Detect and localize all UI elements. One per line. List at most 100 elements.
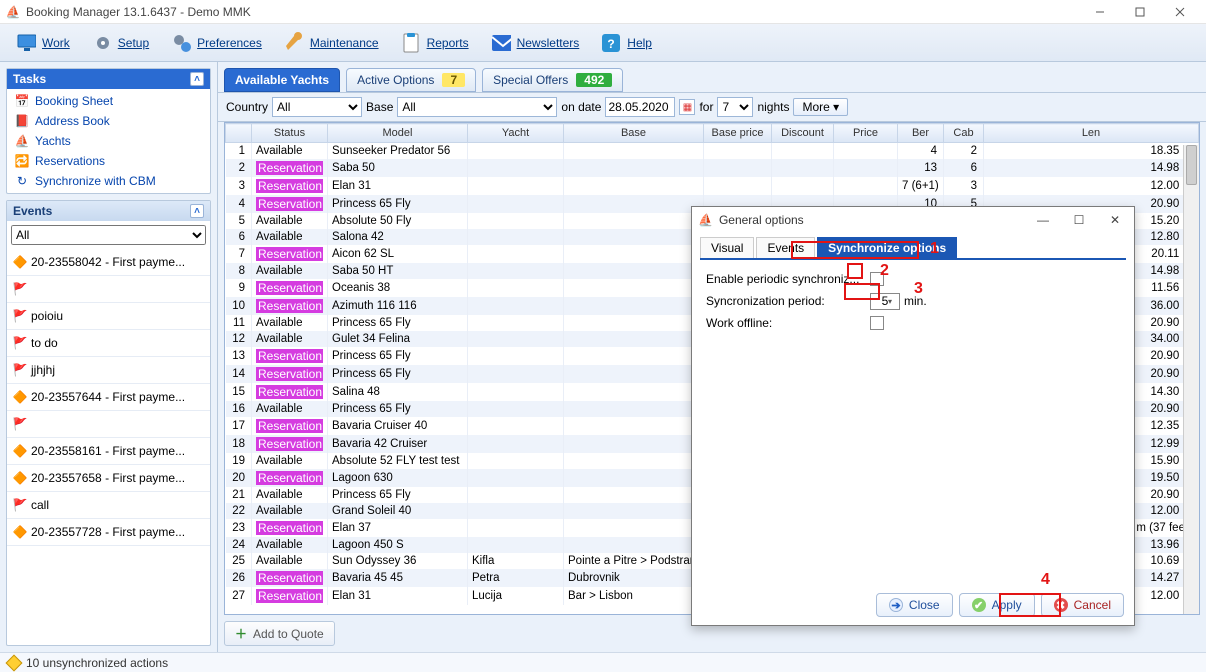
grid-col-header[interactable]: Cab bbox=[944, 124, 984, 143]
table-cell bbox=[704, 159, 772, 177]
toolbar-preferences[interactable]: Preferences bbox=[161, 29, 272, 57]
dialog-tab-events[interactable]: Events bbox=[756, 237, 815, 258]
grid-scrollbar[interactable] bbox=[1183, 145, 1199, 614]
grid-col-header[interactable]: Base bbox=[564, 124, 704, 143]
more-filters-button[interactable]: More ▾ bbox=[793, 98, 848, 116]
events-list[interactable]: 🔶20-23558042 - First payme...🚩🚩poioiu🚩to… bbox=[7, 249, 210, 549]
dialog-apply-button[interactable]: ✔Apply bbox=[959, 593, 1035, 617]
minimize-button[interactable] bbox=[1080, 0, 1120, 24]
table-cell bbox=[564, 365, 704, 383]
task-address-book[interactable]: 📕Address Book bbox=[7, 111, 210, 131]
scrollbar-thumb[interactable] bbox=[1186, 145, 1197, 185]
grid-col-header[interactable] bbox=[226, 124, 252, 143]
event-item[interactable]: 🚩 bbox=[7, 411, 210, 438]
grid-col-header[interactable]: Yacht bbox=[468, 124, 564, 143]
event-item[interactable]: 🔶20-23557658 - First payme... bbox=[7, 465, 210, 492]
table-cell: 7 (6+1) bbox=[898, 177, 944, 195]
dialog-maximize-button[interactable]: ☐ bbox=[1066, 210, 1092, 230]
table-cell: 18 bbox=[226, 435, 252, 453]
spinner-arrows-icon[interactable]: ▾ bbox=[888, 297, 898, 306]
event-item[interactable]: 🚩jjhjhj bbox=[7, 357, 210, 384]
table-cell bbox=[564, 331, 704, 347]
ondate-label: on date bbox=[561, 100, 601, 114]
table-row[interactable]: 1AvailableSunseeker Predator 564218.35 m bbox=[226, 143, 1199, 160]
event-item[interactable]: 🚩poioiu bbox=[7, 303, 210, 330]
add-to-quote-button[interactable]: ＋Add to Quote bbox=[224, 621, 335, 646]
nights-select[interactable]: 7 bbox=[717, 97, 753, 117]
table-cell: Reservation bbox=[252, 177, 328, 195]
nights-label: nights bbox=[757, 100, 789, 114]
table-cell: Salina 48 bbox=[328, 383, 468, 401]
event-item[interactable]: 🚩call bbox=[7, 492, 210, 519]
work-offline-checkbox[interactable] bbox=[870, 316, 884, 330]
dialog-titlebar[interactable]: ⛵ General options — ☐ ✕ bbox=[692, 207, 1134, 233]
country-select[interactable]: All bbox=[272, 97, 362, 117]
tab-active-options[interactable]: Active Options7 bbox=[346, 68, 476, 92]
close-button[interactable] bbox=[1160, 0, 1200, 24]
task-sync-cbm[interactable]: ↻Synchronize with CBM bbox=[7, 171, 210, 191]
table-cell: Reservation bbox=[252, 297, 328, 315]
grid-col-header[interactable]: Ber bbox=[898, 124, 944, 143]
maximize-button[interactable] bbox=[1120, 0, 1160, 24]
toolbar-help[interactable]: ? Help bbox=[591, 29, 662, 57]
event-item[interactable]: 🔶20-23558042 - First payme... bbox=[7, 249, 210, 276]
grid-col-header[interactable]: Price bbox=[834, 124, 898, 143]
event-icon: 🚩 bbox=[13, 336, 27, 350]
table-cell: Grand Soleil 40 bbox=[328, 503, 468, 519]
event-item[interactable]: 🚩to do bbox=[7, 330, 210, 357]
events-filter-select[interactable]: All bbox=[11, 225, 206, 245]
task-booking-sheet[interactable]: 📅Booking Sheet bbox=[7, 91, 210, 111]
ondate-input[interactable] bbox=[605, 97, 675, 117]
table-cell bbox=[704, 177, 772, 195]
dialog-cancel-button[interactable]: ✖Cancel bbox=[1041, 593, 1124, 617]
base-select[interactable]: All bbox=[397, 97, 557, 117]
table-row[interactable]: 2ReservationSaba 5013614.98 m bbox=[226, 159, 1199, 177]
grid-col-header[interactable]: Discount bbox=[772, 124, 834, 143]
event-item[interactable]: 🚩 bbox=[7, 276, 210, 303]
grid-col-header[interactable]: Model bbox=[328, 124, 468, 143]
table-cell: Available bbox=[252, 143, 328, 160]
task-yachts[interactable]: ⛵Yachts bbox=[7, 131, 210, 151]
dialog-close-button[interactable]: ✕ bbox=[1102, 210, 1128, 230]
toolbar-reports[interactable]: Reports bbox=[391, 29, 479, 57]
table-cell: Sunseeker Predator 56 bbox=[328, 143, 468, 160]
table-cell: Available bbox=[252, 263, 328, 279]
table-cell: 3 bbox=[226, 177, 252, 195]
grid-col-header[interactable]: Status bbox=[252, 124, 328, 143]
dialog-tab-sync[interactable]: Synchronize options bbox=[817, 237, 957, 258]
table-cell: Available bbox=[252, 537, 328, 553]
check-icon: ✔ bbox=[972, 598, 986, 612]
toolbar-newsletters[interactable]: Newsletters bbox=[481, 29, 590, 57]
event-item[interactable]: ▶13-06246 - Option expired bbox=[7, 546, 210, 549]
sync-period-spinner[interactable]: 5▾ bbox=[870, 293, 900, 310]
table-cell bbox=[564, 297, 704, 315]
enable-sync-checkbox[interactable] bbox=[870, 272, 884, 286]
table-cell: Reservation bbox=[252, 347, 328, 365]
event-item[interactable]: 🔶20-23557644 - First payme... bbox=[7, 384, 210, 411]
calendar-picker-icon[interactable]: ▦ bbox=[679, 99, 695, 115]
toolbar-setup[interactable]: Setup bbox=[82, 29, 159, 57]
events-header[interactable]: Events ˄ bbox=[7, 201, 210, 221]
dialog-close-action-button[interactable]: ➔Close bbox=[876, 593, 953, 617]
table-cell: Princess 65 Fly bbox=[328, 487, 468, 503]
event-item[interactable]: 🔶20-23558161 - First payme... bbox=[7, 438, 210, 465]
toolbar-maintenance[interactable]: Maintenance bbox=[274, 29, 389, 57]
events-panel: Events ˄ All 🔶20-23558042 - First payme.… bbox=[6, 200, 211, 646]
dialog-tab-visual[interactable]: Visual bbox=[700, 237, 754, 258]
table-cell: Reservation bbox=[252, 417, 328, 435]
chevron-up-icon[interactable]: ˄ bbox=[190, 204, 204, 218]
grid-col-header[interactable]: Len bbox=[984, 124, 1199, 143]
tab-available-yachts[interactable]: Available Yachts bbox=[224, 68, 340, 92]
toolbar-work[interactable]: Work bbox=[6, 29, 80, 57]
chevron-up-icon[interactable]: ˄ bbox=[190, 72, 204, 86]
dialog-minimize-button[interactable]: — bbox=[1030, 210, 1056, 230]
table-row[interactable]: 3ReservationElan 317 (6+1)312.00 m bbox=[226, 177, 1199, 195]
tasks-header[interactable]: Tasks ˄ bbox=[7, 69, 210, 89]
event-item[interactable]: 🔶20-23557728 - First payme... bbox=[7, 519, 210, 546]
table-cell bbox=[468, 315, 564, 331]
task-reservations[interactable]: 🔁Reservations bbox=[7, 151, 210, 171]
table-cell bbox=[468, 401, 564, 417]
work-offline-label: Work offline: bbox=[706, 316, 866, 330]
grid-col-header[interactable]: Base price bbox=[704, 124, 772, 143]
tab-special-offers[interactable]: Special Offers492 bbox=[482, 68, 623, 92]
